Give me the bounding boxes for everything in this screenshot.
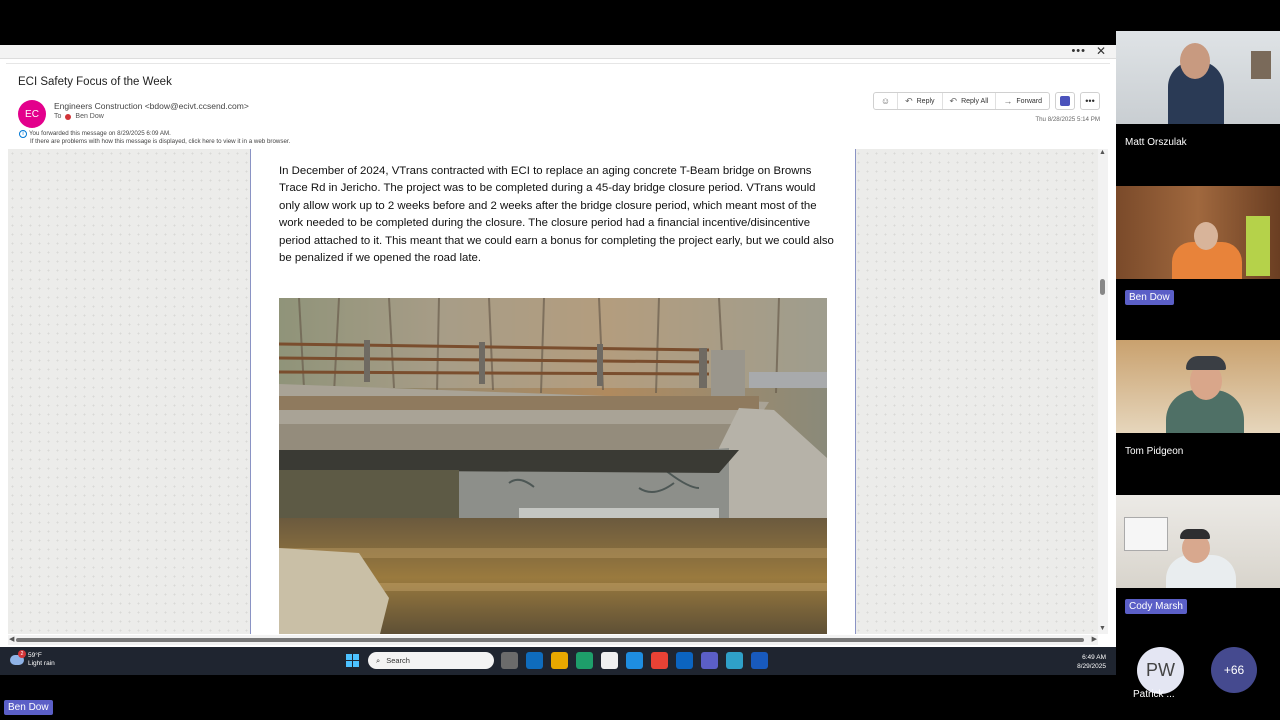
taskbar-app-icon[interactable] — [551, 652, 568, 669]
rain-cloud-icon: 2 — [10, 650, 26, 665]
participant-video — [1116, 340, 1280, 433]
scroll-up-icon[interactable]: ▲ — [1099, 149, 1106, 156]
email-header: ECI Safety Focus of the Week EC Engineer… — [6, 63, 1110, 147]
taskbar-app-icon[interactable] — [626, 652, 643, 669]
message-actions: ☺ ↶ Reply ↶ Reply All → Forward — [872, 92, 1050, 110]
participant-video — [1116, 31, 1280, 124]
windows-start-icon[interactable] — [346, 654, 359, 667]
search-icon: ⌕ — [376, 655, 381, 665]
reply-all-icon: ↶ — [949, 95, 958, 106]
vertical-scroll-thumb[interactable] — [1100, 279, 1105, 295]
participant-name: Cody Marsh — [1125, 599, 1187, 614]
body-paragraph: In December of 2024, VTrans contracted w… — [279, 165, 834, 265]
taskbar-app-icon[interactable] — [751, 652, 768, 669]
horizontal-scrollbar[interactable]: ◀ ▶ — [8, 635, 1098, 645]
forward-button[interactable]: → Forward — [996, 93, 1049, 109]
temperature: 59°F — [28, 652, 42, 659]
window-title-strip: ••• ✕ — [0, 44, 1116, 59]
participant-video — [1116, 186, 1280, 279]
participant-avatar[interactable]: PW — [1137, 647, 1184, 694]
participant-video — [1116, 495, 1280, 588]
bridge-image — [279, 298, 827, 634]
more-options-icon[interactable]: ••• — [1071, 45, 1086, 57]
sender-avatar: EC — [18, 100, 46, 128]
weather-widget[interactable]: 2 59°F Light rain — [10, 650, 55, 668]
participant-name: Matt Orszulak — [1125, 137, 1187, 148]
windows-taskbar: 2 59°F Light rain ⌕ Search 6:49 AM 8/29/… — [0, 647, 1116, 675]
participant-name: Tom Pidgeon — [1125, 446, 1184, 457]
pinned-apps — [501, 652, 768, 669]
presence-busy-icon — [65, 113, 72, 120]
reply-all-button[interactable]: ↶ Reply All — [943, 93, 997, 109]
scroll-right-icon[interactable]: ▶ — [1092, 635, 1097, 643]
horizontal-scroll-thumb[interactable] — [16, 638, 1084, 642]
forward-icon: → — [1003, 96, 1013, 106]
system-clock[interactable]: 6:49 AM 8/29/2025 — [1077, 653, 1106, 671]
display-note[interactable]: If there are problems with how this mess… — [19, 138, 290, 146]
reply-button[interactable]: ↶ Reply — [898, 93, 943, 109]
emoji-reaction-button[interactable]: ☺ — [874, 93, 899, 109]
email-timestamp: Thu 8/28/2025 5:14 PM — [1035, 116, 1100, 123]
recipient-name[interactable]: Ben Dow — [75, 113, 103, 120]
taskbar-app-icon[interactable] — [676, 652, 693, 669]
taskbar-app-icon[interactable] — [526, 652, 543, 669]
taskbar-app-icon[interactable] — [501, 652, 518, 669]
presenter-label: Ben Dow — [4, 700, 53, 715]
newsletter-content: In December of 2024, VTrans contracted w… — [250, 149, 856, 634]
email-subject: ECI Safety Focus of the Week — [18, 76, 172, 88]
teams-share-button[interactable] — [1055, 92, 1075, 110]
to-label: To — [54, 113, 62, 120]
search-placeholder: Search — [386, 656, 410, 665]
more-participants-button[interactable]: +66 — [1211, 647, 1257, 693]
teams-icon — [1060, 96, 1070, 106]
participant-name: Patrick ... — [1133, 689, 1175, 700]
participant-name: Ben Dow — [1125, 290, 1174, 305]
scroll-down-icon[interactable]: ▼ — [1099, 625, 1106, 632]
teams-meeting-window: ••• ✕ ECI Safety Focus of the Week EC En… — [0, 0, 1280, 720]
info-icon: i — [19, 130, 27, 138]
taskbar-app-icon[interactable] — [701, 652, 718, 669]
weather-condition: Light rain — [28, 660, 55, 667]
smiley-icon: ☺ — [880, 96, 891, 106]
recipient-line: To Ben Dow — [54, 113, 104, 120]
taskbar-app-icon[interactable] — [726, 652, 743, 669]
forward-info: i You forwarded this message on 8/29/2025… — [19, 130, 290, 146]
taskbar-app-icon[interactable] — [651, 652, 668, 669]
taskbar-search-box[interactable]: ⌕ Search — [368, 652, 494, 669]
taskbar-app-icon[interactable] — [576, 652, 593, 669]
shared-screen: ••• ✕ ECI Safety Focus of the Week EC En… — [0, 44, 1116, 675]
sender-address[interactable]: Engineers Construction <bdow@ecivt.ccsen… — [54, 101, 249, 111]
close-icon[interactable]: ✕ — [1096, 44, 1106, 58]
vertical-scrollbar[interactable]: ▲ ▼ — [1098, 149, 1108, 634]
forwarded-note: You forwarded this message on 8/29/2025 … — [29, 130, 171, 137]
email-body: In December of 2024, VTrans contracted w… — [8, 149, 1098, 634]
taskbar-app-icon[interactable] — [601, 652, 618, 669]
scroll-left-icon[interactable]: ◀ — [9, 635, 14, 643]
more-actions-button[interactable]: ••• — [1080, 92, 1100, 110]
reply-icon: ↶ — [905, 95, 913, 106]
bridge-photo — [279, 298, 827, 634]
